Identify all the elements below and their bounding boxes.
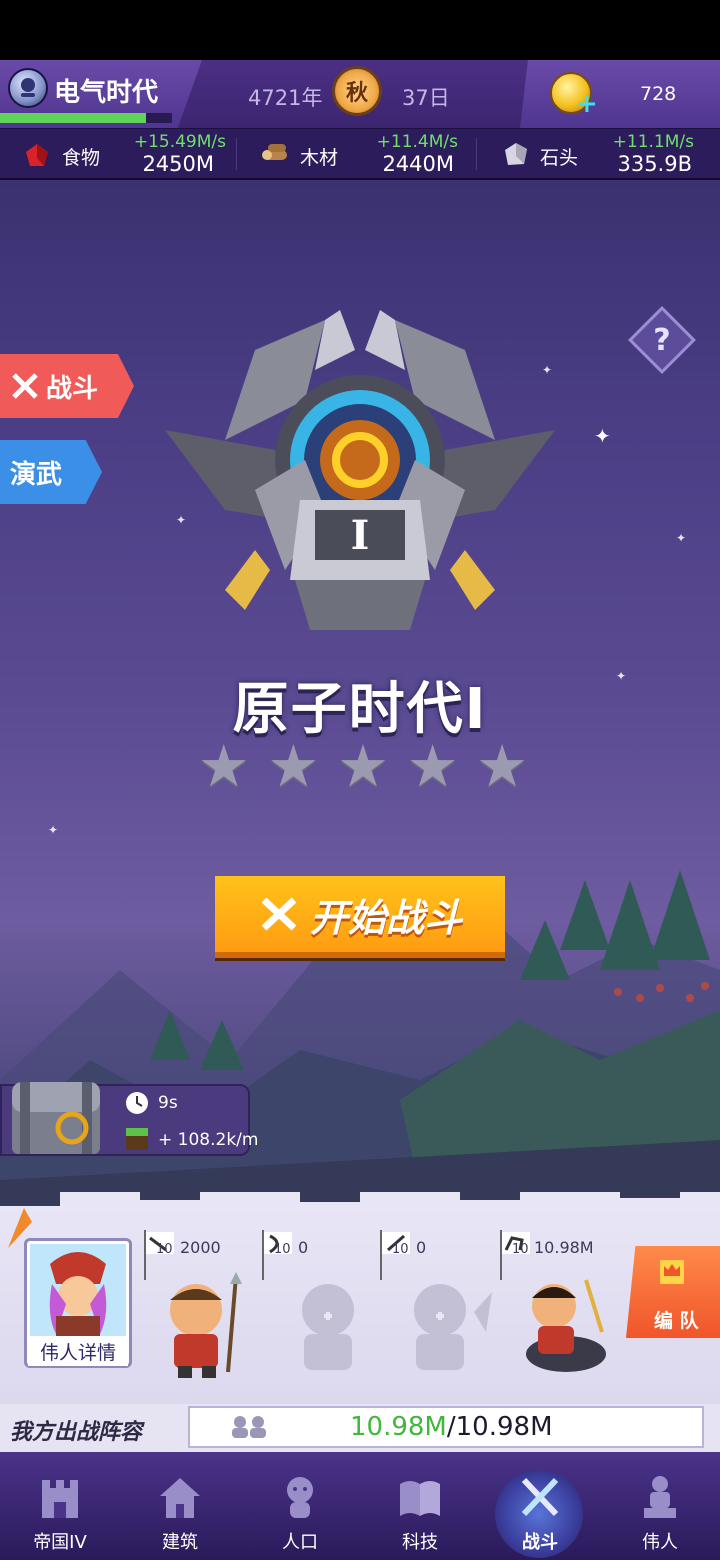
star-icon: ★ [406, 732, 459, 800]
empty-slot-swordsman[interactable] [396, 1272, 506, 1380]
stage-numeral: I [350, 512, 370, 559]
castle-icon [42, 1480, 78, 1518]
lineup-label: 我方出战阵容 [10, 1420, 143, 1445]
formation-label: 编 队 [654, 1310, 699, 1332]
nav-battle[interactable]: 战斗 [480, 1452, 600, 1560]
resource-rate-stone: +11.1M/s [612, 132, 694, 152]
person-icon [287, 1477, 313, 1518]
hero-detail-button[interactable]: 伟人详情 [28, 1338, 128, 1366]
side-tab-drill[interactable]: 演武 [0, 440, 102, 504]
crossed-swords-icon [521, 1477, 559, 1517]
slot-level: 10 [156, 1242, 173, 1257]
spearman-unit[interactable] [156, 1272, 266, 1380]
wood-icon [262, 144, 287, 160]
era-progress-fill [0, 113, 147, 123]
stone-icon [505, 143, 527, 165]
nav-great-people-label: 伟人 [642, 1532, 678, 1553]
add-currency-icon[interactable]: + [576, 91, 600, 118]
slot-count: 10.98M [534, 1238, 594, 1257]
side-tab-battle-label: 战斗 [46, 373, 99, 404]
nav-empire-label: 帝国IV [33, 1532, 87, 1553]
slot-count: 0 [416, 1238, 427, 1257]
sparkle-icon: ✦ [48, 823, 59, 837]
sparkle-icon: ✦ [594, 424, 611, 448]
help-icon[interactable]: ? [638, 318, 686, 366]
slot-level: 10 [392, 1242, 409, 1257]
book-icon [400, 1481, 440, 1516]
crossed-swords-icon [12, 373, 38, 399]
meat-icon [26, 144, 48, 166]
crossed-swords-icon [261, 897, 297, 931]
empty-slot-archer[interactable] [278, 1272, 388, 1380]
start-battle-button[interactable]: 开始战斗 [215, 876, 505, 958]
castle-battlement [0, 1192, 680, 1206]
sparkle-icon: ✦ [676, 531, 687, 545]
slot-count: 0 [298, 1238, 309, 1257]
star-rating: ★ ★ ★ ★ ★ [193, 736, 533, 800]
house-icon [160, 1478, 200, 1518]
statue-icon [644, 1476, 676, 1518]
season-badge: 秋 [332, 66, 382, 116]
clock-icon [126, 1092, 148, 1114]
troops-icon [232, 1416, 266, 1438]
hero-portrait[interactable] [30, 1244, 126, 1336]
crown-banner-icon [660, 1260, 684, 1284]
grass-block-icon [126, 1128, 148, 1150]
nav-battle-label: 战斗 [522, 1532, 558, 1553]
day-display: 37日 [402, 86, 450, 110]
currency-count: 728 [640, 83, 677, 105]
chest-timer: 9s [158, 1093, 178, 1113]
resource-name-food: 食物 [62, 147, 101, 169]
nav-empire[interactable]: 帝国IV [0, 1452, 120, 1560]
slot-count: 2000 [180, 1238, 221, 1257]
status-bar [0, 0, 720, 60]
resource-name-stone: 石头 [540, 147, 579, 169]
resource-amount-food: 2450M [142, 152, 214, 176]
power-max: /10.98M [446, 1412, 553, 1442]
era-name: 电气时代 [54, 78, 159, 108]
side-tab-drill-label: 演武 [10, 459, 63, 490]
resource-name-wood: 木材 [300, 147, 339, 169]
resource-rate-food: +15.49M/s [133, 132, 226, 152]
slot-level: 10 [512, 1242, 529, 1257]
chest-rate: + 108.2k/m [158, 1130, 259, 1150]
year-display: 4721年 [248, 86, 323, 110]
power-current: 10.98M [350, 1412, 447, 1442]
era-globe-icon[interactable] [8, 68, 48, 108]
nav-population[interactable]: 人口 [240, 1452, 360, 1560]
power-value: 10.98M/10.98M [350, 1412, 553, 1442]
resource-rate-wood: +11.4M/s [376, 132, 458, 152]
treasure-chest-icon[interactable] [8, 1072, 104, 1158]
resource-amount-stone: 335.9B [617, 152, 692, 176]
slot-level: 10 [274, 1242, 291, 1257]
star-icon: ★ [336, 732, 389, 800]
nav-buildings[interactable]: 建筑 [120, 1452, 240, 1560]
star-icon: ★ [267, 732, 320, 800]
nav-tech[interactable]: 科技 [360, 1452, 480, 1560]
cavalry-unit[interactable] [516, 1272, 626, 1380]
divider [476, 138, 477, 170]
start-battle-label: 开始战斗 [309, 895, 462, 940]
star-icon: ★ [197, 732, 250, 800]
resource-amount-wood: 2440M [382, 152, 454, 176]
side-tab-battle[interactable]: 战斗 [0, 354, 134, 418]
stage-emblem [165, 310, 555, 630]
nav-great-people[interactable]: 伟人 [600, 1452, 720, 1560]
nav-population-label: 人口 [282, 1532, 318, 1553]
era-progress-bar [0, 113, 172, 123]
star-icon: ★ [476, 732, 529, 800]
nav-tech-label: 科技 [402, 1532, 438, 1553]
divider [236, 138, 237, 170]
nav-buildings-label: 建筑 [162, 1532, 198, 1553]
